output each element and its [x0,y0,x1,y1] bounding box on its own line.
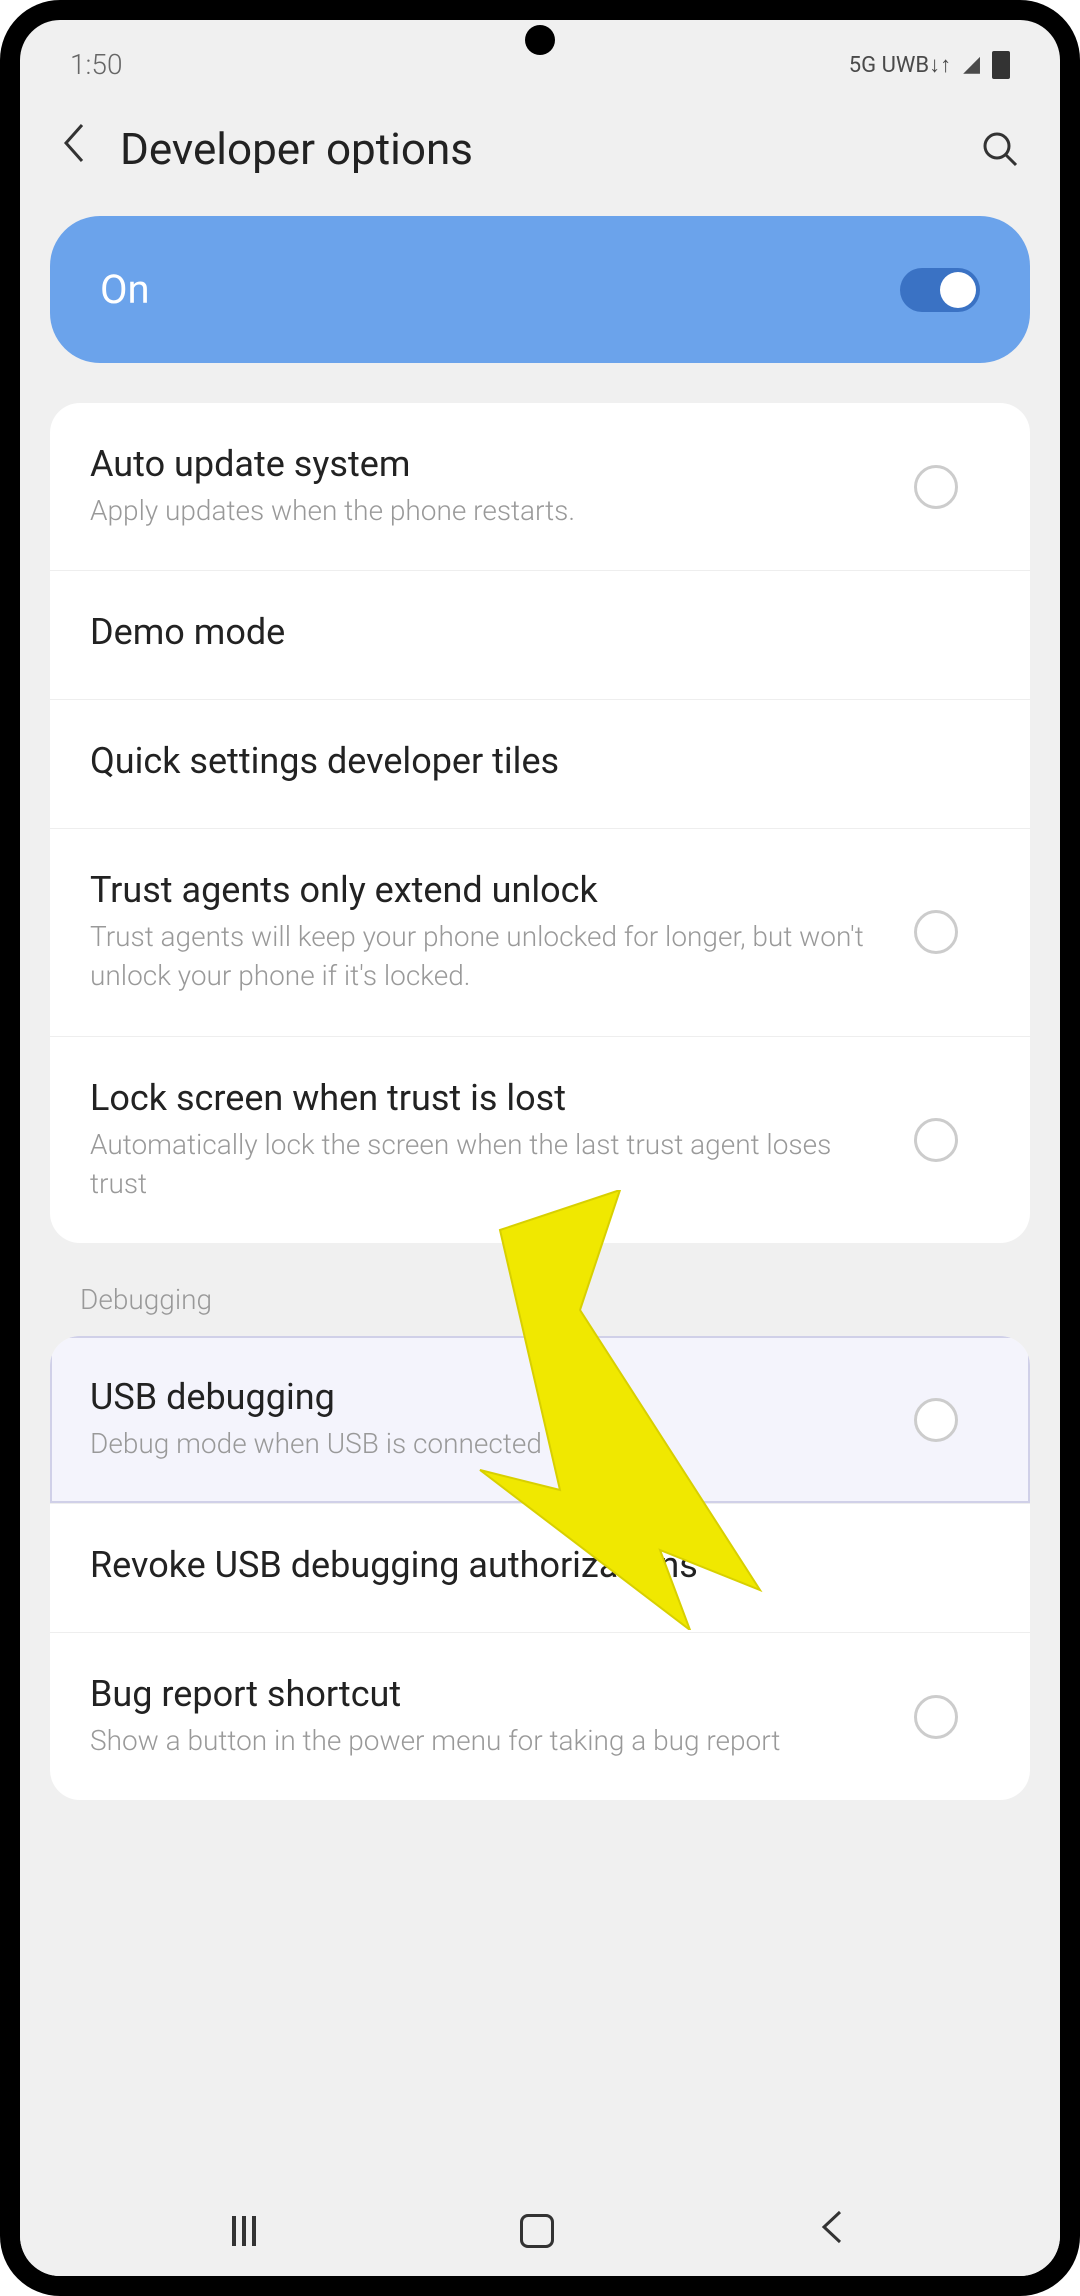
navigation-bar [20,2186,1060,2276]
setting-title: Demo mode [90,611,990,653]
toggle-knob [940,272,976,308]
status-icons: 5G UWB↓↑ ◢ [849,51,1010,79]
back-button[interactable] [60,121,90,176]
setting-subtitle: Automatically lock the screen when the l… [90,1125,894,1203]
setting-subtitle: Apply updates when the phone restarts. [90,491,894,530]
search-button[interactable] [980,129,1020,169]
setting-usb-debugging[interactable]: USB debugging Debug mode when USB is con… [50,1336,1030,1504]
setting-title: Lock screen when trust is lost [90,1077,894,1119]
setting-subtitle: Show a button in the power menu for taki… [90,1721,894,1760]
setting-subtitle: Trust agents will keep your phone unlock… [90,917,894,995]
master-toggle-switch[interactable] [900,268,980,312]
lock-screen-toggle[interactable] [914,1118,990,1162]
header: Developer options [20,91,1060,216]
battery-icon [992,51,1010,79]
page-title: Developer options [120,123,950,175]
settings-card-debugging: USB debugging Debug mode when USB is con… [50,1336,1030,1800]
auto-update-toggle[interactable] [914,465,990,509]
status-time: 1:50 [70,48,122,81]
nav-back-button[interactable] [818,2210,848,2253]
content-area: 1:50 5G UWB↓↑ ◢ Developer options On [20,20,1060,2186]
setting-title: Revoke USB debugging authorizations [90,1544,990,1586]
setting-title: Quick settings developer tiles [90,740,990,782]
setting-title: Trust agents only extend unlock [90,869,894,911]
bug-report-toggle[interactable] [914,1695,990,1739]
setting-title: USB debugging [90,1376,894,1418]
setting-demo-mode[interactable]: Demo mode [50,571,1030,700]
trust-agents-toggle[interactable] [914,910,990,954]
recent-apps-button[interactable] [232,2216,256,2246]
screen: 1:50 5G UWB↓↑ ◢ Developer options On [20,20,1060,2276]
setting-title: Auto update system [90,443,894,485]
signal-icon: ◢ [963,52,980,77]
setting-trust-agents[interactable]: Trust agents only extend unlock Trust ag… [50,829,1030,1036]
phone-frame: 1:50 5G UWB↓↑ ◢ Developer options On [0,0,1080,2296]
setting-subtitle: Debug mode when USB is connected [90,1424,894,1463]
camera-notch [525,25,555,55]
setting-title: Bug report shortcut [90,1673,894,1715]
setting-auto-update[interactable]: Auto update system Apply updates when th… [50,403,1030,571]
master-toggle-row[interactable]: On [50,216,1030,363]
home-button[interactable] [520,2214,554,2248]
usb-debugging-toggle[interactable] [914,1398,990,1442]
setting-quick-tiles[interactable]: Quick settings developer tiles [50,700,1030,829]
setting-lock-screen[interactable]: Lock screen when trust is lost Automatic… [50,1037,1030,1243]
settings-card-1: Auto update system Apply updates when th… [50,403,1030,1243]
setting-bug-report[interactable]: Bug report shortcut Show a button in the… [50,1633,1030,1800]
setting-revoke-usb[interactable]: Revoke USB debugging authorizations [50,1504,1030,1633]
master-toggle-label: On [100,266,150,313]
debugging-section-label: Debugging [20,1243,1060,1336]
network-label: 5G UWB↓↑ [849,52,951,78]
